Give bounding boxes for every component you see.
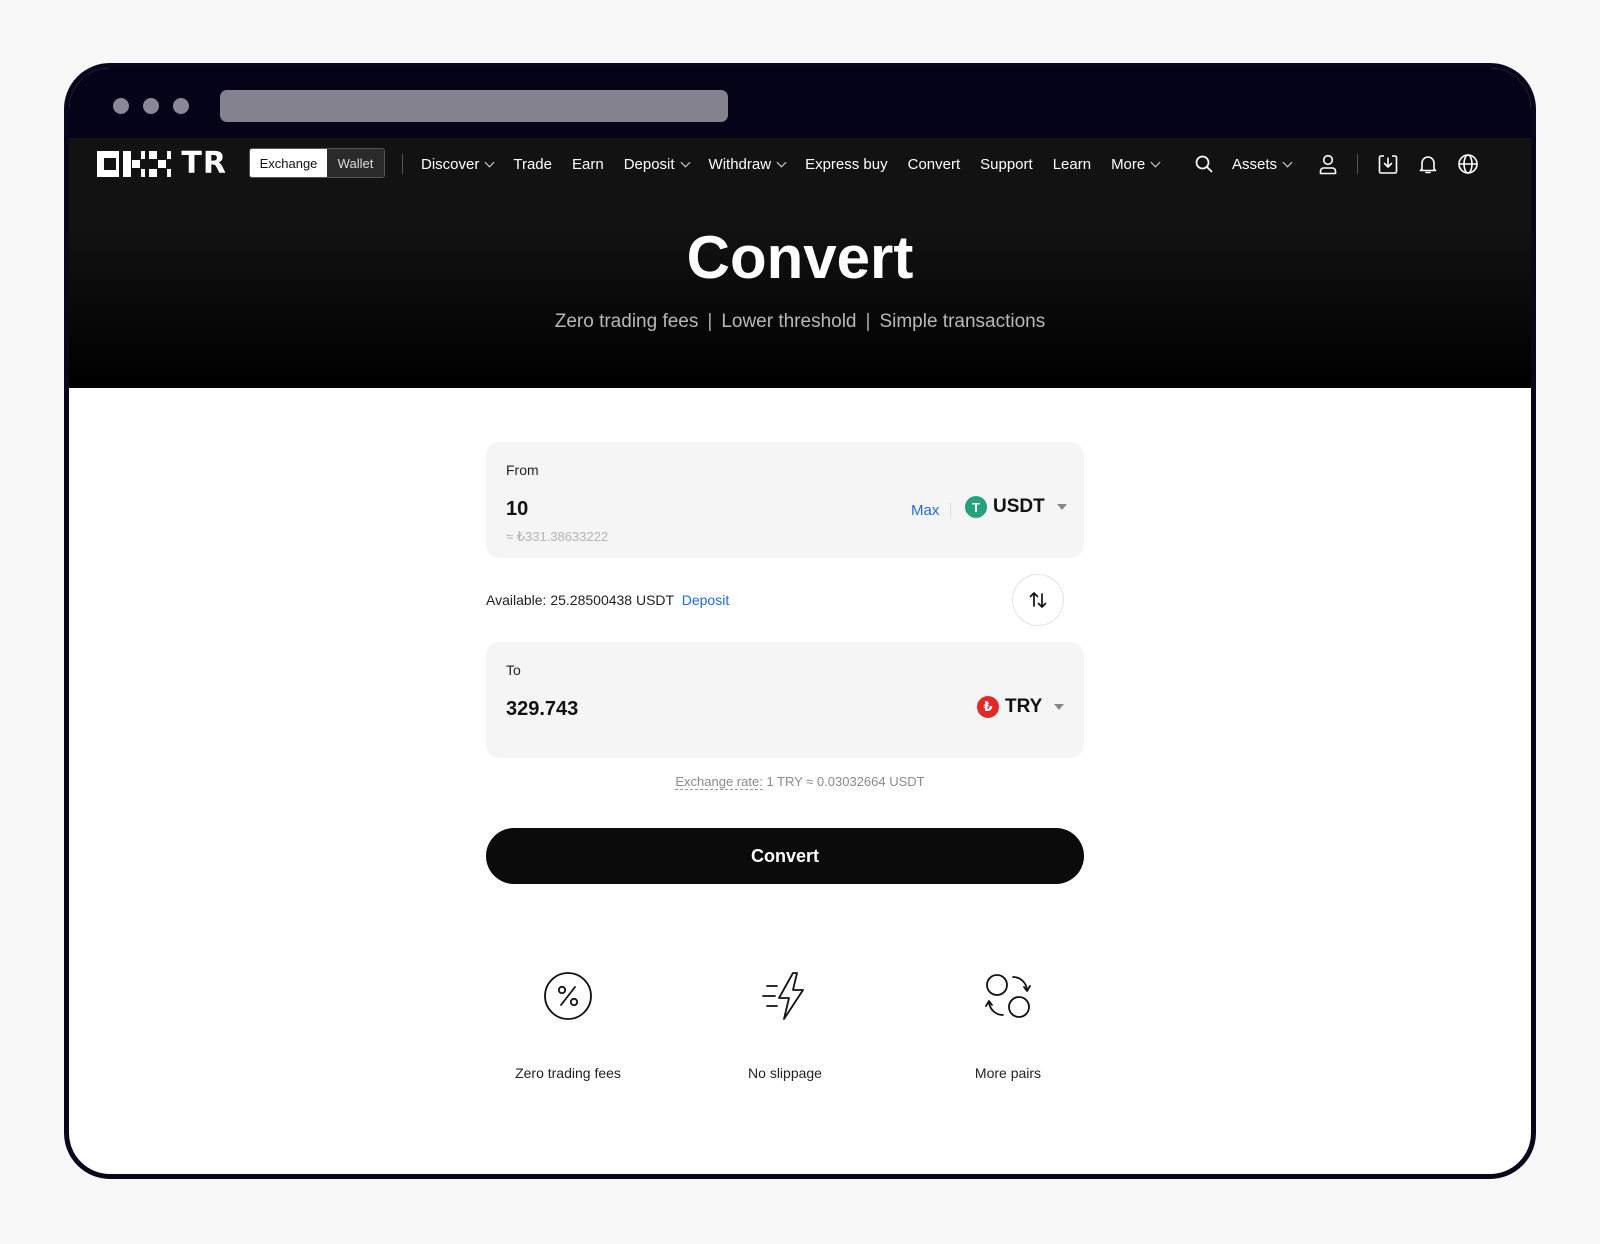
download-icon[interactable]: [1377, 153, 1399, 175]
nav-item-withdraw[interactable]: Withdraw: [709, 156, 787, 173]
to-label: To: [506, 662, 521, 678]
page-title: Convert: [686, 224, 914, 291]
nav-item-express-buy[interactable]: Express buy: [805, 156, 888, 173]
top-nav: TR Exchange Wallet Discover Trade Earn D…: [69, 138, 1531, 190]
to-coin-selector[interactable]: ₺ TRY: [977, 696, 1065, 718]
feature-no-slippage: No slippage: [685, 968, 885, 1081]
percent-icon: [544, 972, 592, 1020]
chevron-down-icon: [776, 157, 787, 167]
nav-divider: [1357, 154, 1359, 174]
chevron-down-icon: [484, 157, 495, 167]
nav-divider: [402, 154, 403, 174]
lightning-icon: [762, 972, 804, 1020]
nav-actions: Assets: [1194, 138, 1479, 190]
page-background: TR Exchange Wallet Discover Trade Earn D…: [0, 0, 1600, 1244]
available-balance: Available: 25.28500438 USDT Deposit: [486, 592, 729, 608]
chevron-down-icon: [680, 157, 690, 167]
convert-button[interactable]: Convert: [486, 828, 1084, 884]
chevron-down-icon: [1150, 157, 1161, 167]
from-label: From: [506, 462, 539, 478]
user-icon[interactable]: [1317, 153, 1339, 175]
max-divider: [950, 503, 951, 519]
exchange-rate-label[interactable]: Exchange rate:: [675, 774, 763, 790]
feature-zero-fees: Zero trading fees: [468, 968, 668, 1081]
from-fiat-estimate: ≈ ₺331.38633222: [506, 529, 609, 544]
nav-item-trade[interactable]: Trade: [513, 156, 552, 173]
to-card: To 329.743 ₺ TRY: [486, 642, 1084, 758]
hero-subtitle: Zero trading fees | Lower threshold | Simple…: [69, 311, 1531, 333]
swap-arrows-icon: [1029, 592, 1047, 608]
search-icon[interactable]: [1194, 154, 1214, 174]
from-coin-symbol: USDT: [993, 496, 1045, 517]
from-card: From 10 ≈ ₺331.38633222 Max T USDT: [486, 442, 1084, 558]
hero-separator: |: [865, 311, 871, 332]
usdt-coin-icon: T: [965, 496, 987, 518]
browser-chrome: [69, 68, 1531, 138]
bell-icon[interactable]: [1417, 153, 1439, 175]
pairs-icon: [985, 974, 1031, 1018]
caret-down-icon: [1054, 704, 1065, 710]
nav-item-learn[interactable]: Learn: [1053, 156, 1091, 173]
to-amount-value: 329.743: [506, 698, 579, 720]
nav-item-earn[interactable]: Earn: [572, 156, 604, 173]
nav-item-support[interactable]: Support: [980, 156, 1033, 173]
exchange-wallet-toggle: Exchange Wallet: [249, 148, 385, 178]
window-dot-minimize[interactable]: [143, 98, 159, 114]
deposit-link[interactable]: Deposit: [682, 592, 729, 608]
nav-menu: Discover Trade Earn Deposit Withdraw Exp…: [421, 138, 1179, 190]
globe-icon[interactable]: [1457, 153, 1479, 175]
feature-label: More pairs: [974, 1065, 1042, 1081]
swap-direction-button[interactable]: [1012, 574, 1064, 626]
feature-more-pairs: More pairs: [908, 968, 1108, 1081]
nav-item-deposit[interactable]: Deposit: [624, 156, 690, 173]
nav-item-convert[interactable]: Convert: [908, 156, 961, 173]
hero-feature: Simple transactions: [879, 311, 1046, 332]
available-text: Available: 25.28500438 USDT: [486, 592, 674, 608]
chevron-down-icon: [1282, 157, 1293, 167]
exchange-rate-value: 1 TRY ≈ 0.03032664 USDT: [766, 774, 925, 789]
to-coin-symbol: TRY: [1005, 696, 1043, 717]
address-bar[interactable]: [220, 90, 728, 122]
nav-item-discover[interactable]: Discover: [421, 156, 495, 173]
hero-feature: Lower threshold: [721, 311, 857, 332]
browser-window: TR Exchange Wallet Discover Trade Earn D…: [64, 63, 1536, 1179]
assets-menu[interactable]: Assets: [1232, 155, 1293, 173]
try-coin-icon: ₺: [977, 696, 999, 718]
window-dot-close[interactable]: [113, 98, 129, 114]
from-coin-selector[interactable]: T USDT: [965, 496, 1067, 518]
nav-item-more[interactable]: More: [1111, 156, 1161, 173]
assets-label: Assets: [1232, 155, 1278, 173]
exchange-tab[interactable]: Exchange: [250, 149, 327, 177]
from-amount-input[interactable]: 10: [506, 498, 528, 521]
window-dot-maximize[interactable]: [173, 98, 189, 114]
max-button[interactable]: Max: [911, 502, 939, 519]
exchange-rate: Exchange rate: 1 TRY ≈ 0.03032664 USDT: [69, 774, 1531, 790]
hero-feature: Zero trading fees: [554, 311, 699, 332]
wallet-tab[interactable]: Wallet: [327, 149, 384, 177]
feature-label: No slippage: [748, 1065, 822, 1081]
hero-separator: |: [707, 311, 713, 332]
caret-down-icon: [1056, 504, 1067, 510]
okx-tr-logo[interactable]: TR: [97, 149, 227, 179]
feature-label: Zero trading fees: [515, 1065, 621, 1081]
